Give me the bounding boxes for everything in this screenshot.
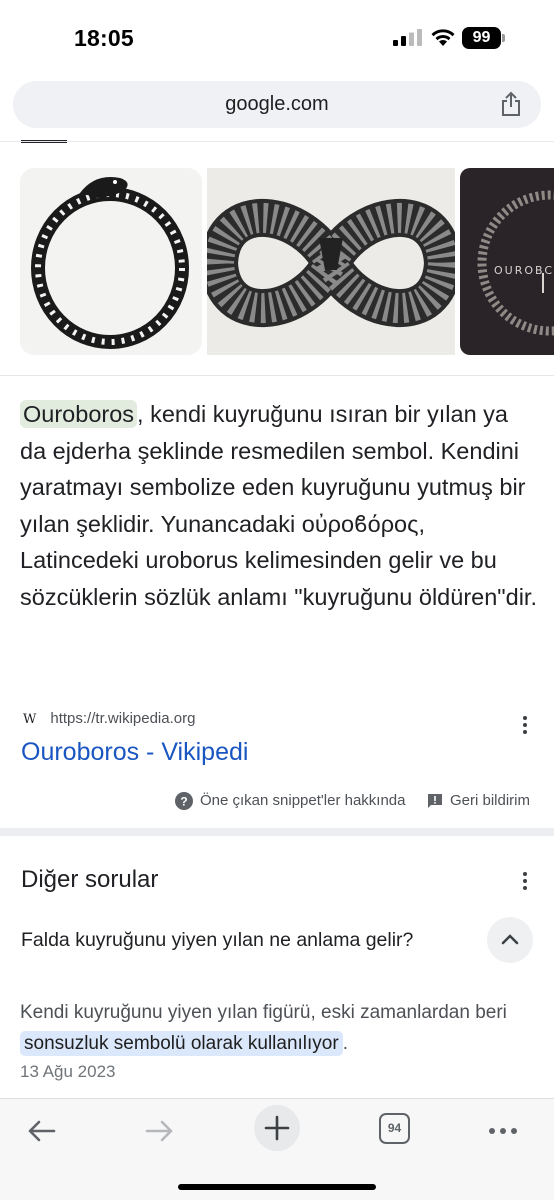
result-source[interactable]: Whttps://tr.wikipedia.org xyxy=(23,710,195,727)
ouroboros-infinity-image[interactable] xyxy=(207,168,455,355)
image-caption: OUROBC xyxy=(494,264,554,277)
section-divider xyxy=(0,828,554,836)
tab-switcher-button[interactable]: 94 xyxy=(379,1113,410,1144)
plus-icon xyxy=(264,1115,290,1141)
answer-text: Kendi kuyruğunu yiyen yılan figürü, eski… xyxy=(20,1002,507,1023)
divider xyxy=(0,141,554,142)
ouroboros-circle-image[interactable] xyxy=(20,168,202,355)
status-time: 18:05 xyxy=(74,25,134,51)
battery-level: 99 xyxy=(462,27,501,49)
image-carousel[interactable]: OUROBC xyxy=(20,168,554,356)
answer-highlight: sonsuzluk sembolü olarak kullanılıyor xyxy=(20,1031,343,1056)
address-bar[interactable]: google.com xyxy=(13,81,541,128)
feedback-icon xyxy=(428,794,442,809)
status-bar: 18:05 99 xyxy=(0,0,554,76)
question-answer: Kendi kuyruğunu yiyen yılan figürü, eski… xyxy=(20,997,540,1059)
chevron-up-icon xyxy=(501,934,519,945)
address-bar-url[interactable]: google.com xyxy=(13,93,541,116)
wikipedia-favicon-icon: W xyxy=(23,712,37,727)
share-icon[interactable] xyxy=(499,91,523,117)
about-snippets-label[interactable]: Öne çıkan snippet'ler hakkında xyxy=(200,792,406,809)
snippet-text: , kendi kuyruğunu ısıran bir yılan ya da… xyxy=(20,401,537,610)
cellular-signal-icon xyxy=(393,29,422,46)
collapse-question-button[interactable] xyxy=(487,917,533,963)
featured-snippet: Ouroboros, kendi kuyruğunu ısıran bir yı… xyxy=(20,396,540,615)
other-questions-title: Diğer sorular xyxy=(21,866,159,893)
more-menu-icon[interactable] xyxy=(484,1111,524,1151)
wifi-icon xyxy=(431,29,455,46)
feedback-button[interactable]: Geri bildirim xyxy=(427,792,530,809)
about-snippets-link[interactable]: ? Öne çıkan snippet'ler hakkında xyxy=(175,792,406,811)
snippet-highlight: Ouroboros xyxy=(20,400,138,428)
new-tab-button[interactable] xyxy=(254,1105,300,1151)
back-icon[interactable] xyxy=(22,1111,62,1151)
more-options-icon[interactable] xyxy=(522,714,528,736)
forward-icon[interactable] xyxy=(139,1111,179,1151)
feedback-label[interactable]: Geri bildirim xyxy=(450,792,530,809)
answer-date: 13 Ağu 2023 xyxy=(20,1062,116,1081)
more-options-icon[interactable] xyxy=(522,870,528,892)
source-url[interactable]: https://tr.wikipedia.org xyxy=(50,710,195,727)
divider xyxy=(0,375,554,376)
answer-end: . xyxy=(342,1033,348,1054)
battery-icon: 99 xyxy=(462,27,506,49)
question-text[interactable]: Falda kuyruğunu yiyen yılan ne anlama ge… xyxy=(21,929,413,952)
help-icon: ? xyxy=(175,792,193,811)
result-title-link[interactable]: Ouroboros - Vikipedi xyxy=(21,738,248,767)
ouroboros-logo-image[interactable]: OUROBC xyxy=(460,168,554,355)
svg-text:?: ? xyxy=(180,795,187,809)
home-indicator[interactable] xyxy=(178,1184,376,1190)
